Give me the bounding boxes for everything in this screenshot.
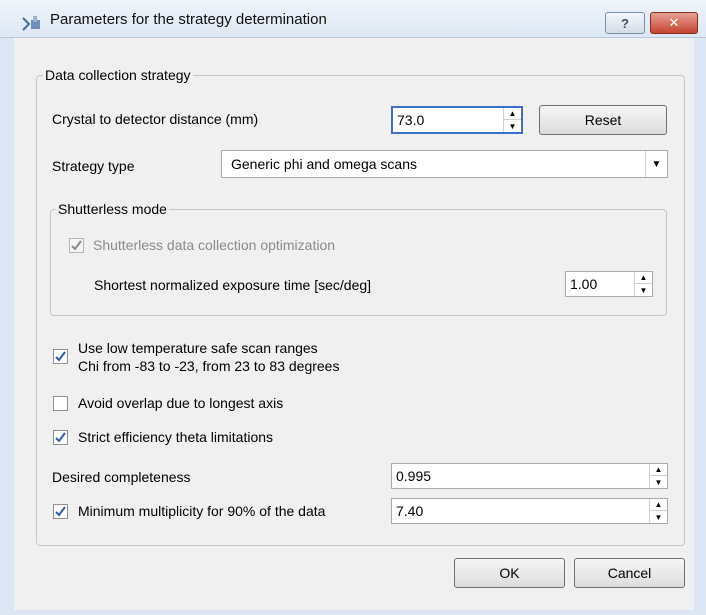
shutterless-groupbox (50, 209, 667, 316)
window-frame-right (694, 38, 706, 615)
check-icon (55, 506, 66, 517)
completeness-value: 0.995 (396, 468, 432, 484)
exposure-spinbox[interactable]: 1.00 ▲ ▼ (565, 271, 653, 297)
multiplicity-spin-arrows[interactable]: ▲ ▼ (649, 499, 667, 523)
multiplicity-spinbox[interactable]: 7.40 ▲ ▼ (391, 498, 668, 524)
cancel-button[interactable]: Cancel (574, 558, 685, 588)
ok-button-label: OK (499, 565, 520, 581)
exposure-spin-arrows[interactable]: ▲ ▼ (634, 272, 652, 296)
low-temperature-checkbox[interactable] (53, 349, 68, 364)
close-button[interactable]: ✕ (650, 12, 698, 34)
shutterless-optimization-label: Shutterless data collection optimization (93, 237, 336, 253)
check-icon (71, 240, 82, 251)
distance-spin-arrows[interactable]: ▲ ▼ (503, 108, 521, 132)
distance-label: Crystal to detector distance (mm) (52, 111, 259, 127)
strict-efficiency-label: Strict efficiency theta limitations (78, 429, 274, 445)
chevron-down-icon[interactable]: ▼ (645, 151, 667, 177)
spin-down-icon[interactable]: ▼ (635, 284, 652, 296)
strategy-type-value: Generic phi and omega scans (231, 156, 417, 172)
distance-spinbox[interactable]: 73.0 ▲ ▼ (391, 106, 523, 134)
distance-value: 73.0 (397, 112, 425, 128)
spin-down-icon[interactable]: ▼ (650, 476, 667, 488)
help-icon: ? (621, 15, 629, 31)
cancel-button-label: Cancel (607, 565, 652, 581)
spin-up-icon[interactable]: ▲ (650, 464, 667, 476)
reset-button-label: Reset (584, 112, 622, 128)
spin-down-icon[interactable]: ▼ (650, 511, 667, 523)
strategy-type-label: Strategy type (52, 158, 135, 174)
multiplicity-value: 7.40 (396, 503, 424, 519)
app-icon (21, 14, 43, 32)
check-icon (55, 432, 66, 443)
low-temperature-label-line1: Use low temperature safe scan ranges (78, 340, 318, 356)
check-icon (55, 351, 66, 362)
multiplicity-checkbox[interactable] (53, 504, 68, 519)
strategy-dialog: Parameters for the strategy determinatio… (0, 0, 706, 615)
strategy-group-legend: Data collection strategy (43, 67, 193, 83)
reset-button[interactable]: Reset (539, 105, 667, 135)
completeness-spin-arrows[interactable]: ▲ ▼ (649, 464, 667, 488)
strategy-type-select[interactable]: Generic phi and omega scans ▼ (221, 150, 668, 178)
exposure-label: Shortest normalized exposure time [sec/d… (94, 277, 372, 293)
low-temperature-label-line2: Chi from -83 to -23, from 23 to 83 degre… (78, 358, 340, 374)
ok-button[interactable]: OK (454, 558, 565, 588)
completeness-label: Desired completeness (52, 469, 191, 485)
close-icon: ✕ (668, 15, 680, 30)
window-frame-left (0, 38, 14, 615)
avoid-overlap-checkbox[interactable] (53, 396, 68, 411)
strict-efficiency-checkbox[interactable] (53, 430, 68, 445)
window-frame-bottom (0, 610, 706, 615)
shutterless-optimization-checkbox[interactable] (69, 238, 84, 253)
spin-up-icon[interactable]: ▲ (635, 272, 652, 284)
multiplicity-label: Minimum multiplicity for 90% of the data (78, 503, 326, 519)
help-button[interactable]: ? (605, 12, 645, 34)
spin-up-icon[interactable]: ▲ (504, 108, 521, 120)
dialog-body: Data collection strategy Crystal to dete… (14, 38, 694, 610)
spin-up-icon[interactable]: ▲ (650, 499, 667, 511)
window-title: Parameters for the strategy determinatio… (50, 11, 327, 28)
exposure-value: 1.00 (570, 276, 598, 292)
completeness-spinbox[interactable]: 0.995 ▲ ▼ (391, 463, 668, 489)
avoid-overlap-label: Avoid overlap due to longest axis (78, 395, 284, 411)
spin-down-icon[interactable]: ▼ (504, 120, 521, 132)
shutterless-group-legend: Shutterless mode (56, 201, 169, 217)
title-bar: Parameters for the strategy determinatio… (0, 0, 706, 38)
